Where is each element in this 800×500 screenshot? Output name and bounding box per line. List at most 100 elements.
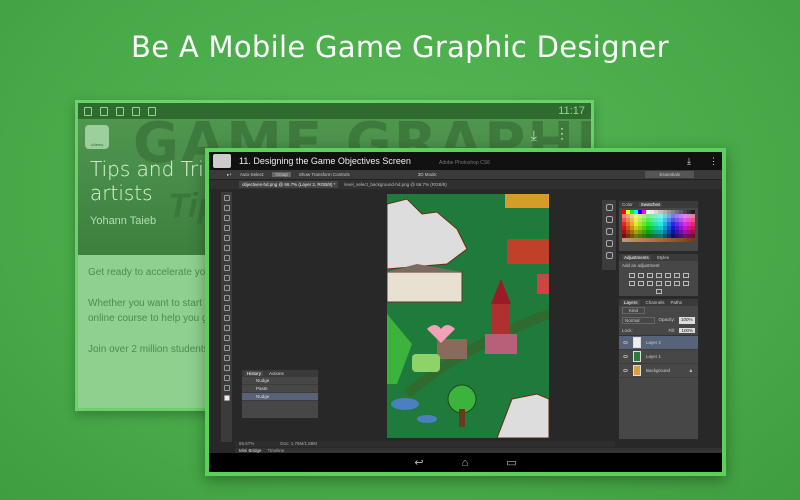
panel-icon-strip <box>602 200 616 270</box>
show-transform-checkbox[interactable]: Show Transform Controls <box>299 172 350 177</box>
document-status-bar: 66.67% Doc: 1.76M/1.88M <box>235 441 615 447</box>
eyedropper-tool[interactable] <box>223 245 230 251</box>
adjustment-icon[interactable] <box>664 273 671 278</box>
pen-tool[interactable] <box>223 335 230 341</box>
photoshop-window: ▸+ Auto-Select: Group Show Transform Con… <box>209 170 722 454</box>
fill-input[interactable]: 100% <box>679 328 695 333</box>
eye-icon[interactable] <box>623 341 628 344</box>
properties-icon[interactable] <box>605 216 613 223</box>
gradient-tool[interactable] <box>223 305 230 311</box>
history-item[interactable]: Nudge <box>242 377 318 385</box>
download-icon[interactable]: ⤓ <box>687 156 691 167</box>
adjustment-icon[interactable] <box>637 281 644 286</box>
adjustment-icon[interactable] <box>682 281 689 286</box>
description-line: Whether you want to start a <box>88 298 211 309</box>
description-line: online course to help you ge <box>88 313 214 324</box>
hand-tool[interactable] <box>223 375 230 381</box>
history-item[interactable]: Nudge <box>242 393 318 401</box>
doc-tab[interactable]: level_select_background-hd.png @ 66.7% (… <box>344 182 446 187</box>
download-icon[interactable]: ⤓ <box>531 127 537 144</box>
home-icon[interactable]: ⌂ <box>462 457 469 469</box>
eraser-tool[interactable] <box>223 295 230 301</box>
history-item[interactable]: Paste <box>242 385 318 393</box>
opacity-input[interactable]: 100% <box>679 317 695 324</box>
clone-source-icon[interactable] <box>605 240 613 247</box>
shape-tool[interactable] <box>223 365 230 371</box>
color-swatch[interactable] <box>223 395 230 401</box>
adjustment-buttons[interactable] <box>619 270 698 297</box>
layer-row[interactable]: Background 🔒︎ <box>619 364 698 378</box>
tab-styles[interactable]: Styles <box>657 255 669 260</box>
tab-swatches[interactable]: Swatches <box>638 202 663 207</box>
adjustment-icon[interactable] <box>664 281 671 286</box>
tab-color[interactable]: Color <box>622 202 633 207</box>
magic-wand-tool[interactable] <box>223 225 230 231</box>
adjustment-icon[interactable] <box>655 273 662 278</box>
adjustment-icon[interactable] <box>673 273 680 278</box>
marquee-tool[interactable] <box>223 205 230 211</box>
tab-layers[interactable]: Layers <box>622 300 640 305</box>
history-item-label: Nudge <box>256 378 270 383</box>
move-tool[interactable] <box>223 195 230 201</box>
back-icon[interactable]: ↩ <box>414 456 423 469</box>
tree <box>447 384 477 414</box>
group-select[interactable]: Group <box>272 172 291 177</box>
layer-row[interactable]: Layer 1 <box>619 350 698 364</box>
history-panel-icon[interactable] <box>605 204 613 211</box>
adjustment-icon[interactable] <box>628 281 635 286</box>
adjustment-icon[interactable] <box>628 273 635 278</box>
adjustment-icon[interactable] <box>673 281 680 286</box>
document-tabs: objectives-hd.png @ 66.7% (Layer 2, RGB/… <box>209 180 722 189</box>
crop-tool[interactable] <box>223 235 230 241</box>
house <box>485 334 517 354</box>
blur-tool[interactable] <box>223 315 230 321</box>
history-brush-tool[interactable] <box>223 285 230 291</box>
zoom-level[interactable]: 66.67% <box>239 441 254 447</box>
layer-row[interactable]: Layer 2 <box>619 336 698 350</box>
swatch-grid[interactable] <box>619 208 698 244</box>
brush-panel-icon[interactable] <box>605 228 613 235</box>
type-tool[interactable] <box>223 345 230 351</box>
adjustment-icon[interactable] <box>637 273 644 278</box>
path-select-tool[interactable] <box>223 355 230 361</box>
brush-tool[interactable] <box>223 265 230 271</box>
adjustment-hint: Add an adjustment <box>622 263 660 268</box>
layer-thumbnail <box>633 351 641 362</box>
tab-adjustments[interactable]: Adjustments <box>622 255 651 260</box>
adjustment-icon[interactable] <box>682 273 689 278</box>
adjustment-icon[interactable] <box>655 289 662 294</box>
adjustment-icon[interactable] <box>655 281 662 286</box>
workspace-select[interactable]: Essentials <box>645 171 694 178</box>
opacity-label: Opacity: <box>658 317 676 322</box>
more-menu-icon[interactable]: ⋮ <box>709 156 718 167</box>
auto-select-checkbox[interactable]: Auto-Select: <box>240 172 265 177</box>
tools-preset-icon[interactable] <box>605 252 613 259</box>
zoom-tool[interactable] <box>223 385 230 391</box>
stamp-tool[interactable] <box>223 275 230 281</box>
doc-tab[interactable]: objectives-hd.png @ 66.7% (Layer 2, RGB/… <box>239 181 339 188</box>
tab-actions[interactable]: Actions <box>269 371 284 376</box>
lasso-tool[interactable] <box>223 215 230 221</box>
more-menu-icon[interactable]: ⋮ <box>555 125 569 142</box>
adjustment-icon[interactable] <box>646 273 653 278</box>
swatch[interactable] <box>690 238 695 242</box>
layer-filter-select[interactable]: Kind <box>622 307 646 314</box>
healing-tool[interactable] <box>223 255 230 261</box>
eye-icon[interactable] <box>623 355 628 358</box>
layer-name: Background <box>646 368 671 373</box>
move-tool-icon[interactable]: ▸+ <box>227 172 232 178</box>
adjustments-panel: Adjustments Styles Add an adjustment <box>618 253 699 297</box>
recent-apps-icon[interactable]: ▭ <box>506 456 516 469</box>
tab-channels[interactable]: Channels <box>646 300 665 305</box>
app-icon <box>116 106 124 116</box>
tree-trunk <box>459 409 465 427</box>
tab-paths[interactable]: Paths <box>671 300 683 305</box>
eye-icon[interactable] <box>623 369 628 372</box>
document-canvas[interactable] <box>387 194 549 438</box>
dodge-tool[interactable] <box>223 325 230 331</box>
course-author: Yohann Taieb <box>90 215 157 227</box>
blend-mode-select[interactable]: Normal <box>622 317 655 324</box>
adjustment-icon[interactable] <box>646 281 653 286</box>
front-tablet-screen: 11. Designing the Game Objectives Screen… <box>205 148 726 476</box>
tab-history[interactable]: History <box>245 371 264 376</box>
